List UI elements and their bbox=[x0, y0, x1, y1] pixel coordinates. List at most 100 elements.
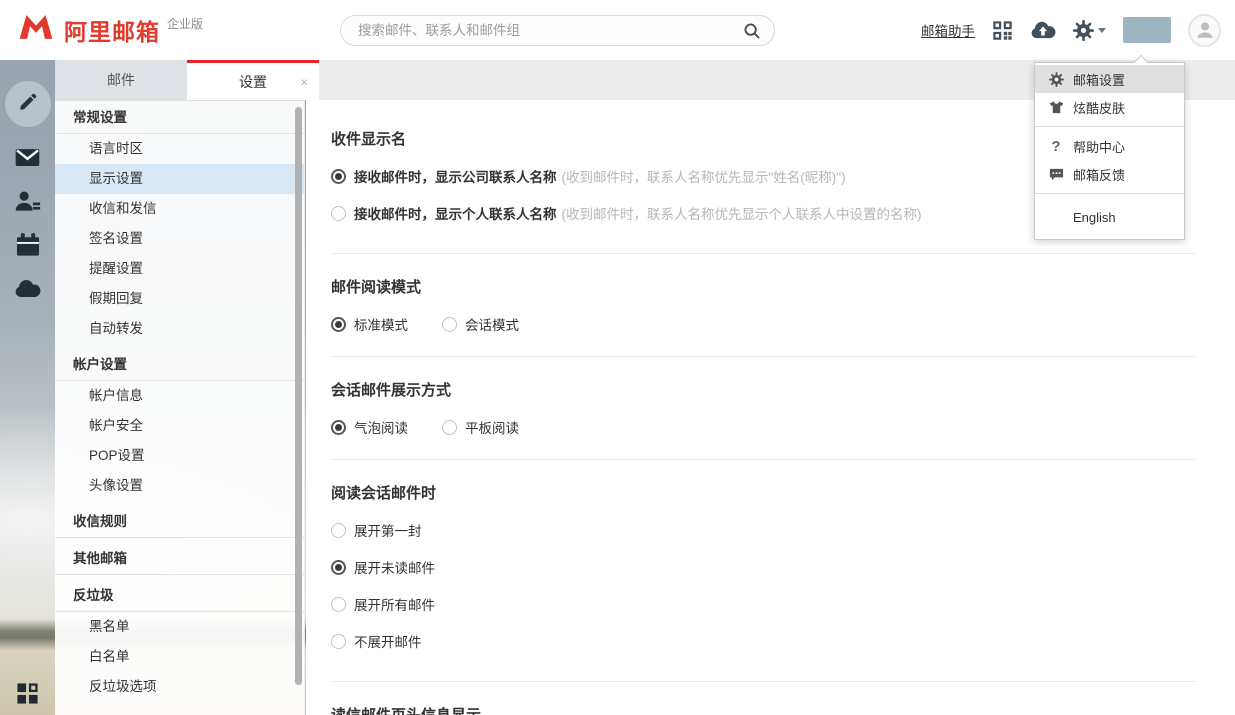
nav-item-POP设置[interactable]: POP设置 bbox=[55, 441, 304, 471]
option-label: 展开第一封 bbox=[354, 524, 422, 539]
cloud-icon[interactable] bbox=[14, 275, 41, 302]
radio-unselected-icon[interactable] bbox=[331, 205, 346, 221]
menu-item-邮箱设置[interactable]: 邮箱设置 bbox=[1035, 65, 1184, 93]
settings-section: 读信邮件页头信息显示详细显示简洁显示 bbox=[331, 682, 1195, 715]
section-title: 阅读会话邮件时 bbox=[331, 485, 437, 502]
nav-item-头像设置[interactable]: 头像设置 bbox=[55, 471, 304, 501]
nav-section-其他邮箱[interactable]: 其他邮箱 bbox=[55, 542, 304, 575]
option-hint: (收到邮件时，联系人名称优先显示个人联系人中设置的名称) bbox=[561, 207, 922, 222]
nav-item-签名设置[interactable]: 签名设置 bbox=[55, 224, 304, 254]
app-header: 阿里邮箱 企业版 邮箱助手 bbox=[0, 0, 1235, 60]
menu-item-label: 炫酷皮肤 bbox=[1073, 100, 1126, 116]
chevron-down-icon bbox=[1098, 27, 1106, 33]
radio-unselected-icon[interactable] bbox=[331, 633, 346, 649]
settings-sidebar: 常规设置 语言时区 显示设置 收信和发信 签名设置 提醒设置 假期回复 自动转发帐户设置 帐户信… bbox=[55, 100, 305, 715]
compose-icon bbox=[18, 92, 38, 117]
close-icon[interactable]: × bbox=[300, 75, 308, 88]
user-dropdown-menu: 邮箱设置炫酷皮肤 ? 帮助中心 邮箱反馈 English bbox=[1034, 54, 1185, 240]
nav-section-收信规则[interactable]: 收信规则 bbox=[55, 505, 304, 538]
settings-section: 阅读会话邮件时展开第一封展开未读邮件 展开所有邮件不展开邮件 bbox=[331, 460, 1195, 682]
nav-item-自动转发[interactable]: 自动转发 bbox=[55, 314, 304, 344]
nav-item-假期回复[interactable]: 假期回复 bbox=[55, 284, 304, 314]
user-account-chip[interactable] bbox=[1123, 17, 1171, 43]
mail-assistant-link[interactable]: 邮箱助手 bbox=[921, 20, 975, 40]
nav-section-帐户设置[interactable]: 帐户设置 bbox=[55, 348, 304, 381]
logo-text: 阿里邮箱 bbox=[64, 18, 160, 45]
radio-option[interactable]: 气泡阅读 bbox=[331, 417, 408, 437]
feedback-icon bbox=[1048, 166, 1064, 182]
nav-item-帐户安全[interactable]: 帐户安全 bbox=[55, 411, 304, 441]
radio-unselected-icon[interactable] bbox=[331, 522, 346, 538]
nav-item-显示设置[interactable]: 显示设置 bbox=[55, 164, 304, 194]
nav-item-黑名单[interactable]: 黑名单 bbox=[55, 612, 304, 642]
logo-m-icon bbox=[16, 12, 56, 47]
question-icon: ? bbox=[1051, 137, 1061, 155]
option-label: 接收邮件时，显示公司联系人名称 bbox=[354, 170, 557, 185]
nav-item-语言时区[interactable]: 语言时区 bbox=[55, 134, 304, 164]
option-hint: (收到邮件时，联系人名称优先显示"姓名(昵称)") bbox=[561, 170, 846, 185]
calendar-icon[interactable] bbox=[15, 232, 41, 258]
menu-item-邮箱反馈[interactable]: 邮箱反馈 bbox=[1035, 160, 1184, 188]
nav-item-收信和发信[interactable]: 收信和发信 bbox=[55, 194, 304, 224]
radio-option[interactable]: 会话模式 bbox=[442, 314, 519, 334]
tab-label: 邮件 bbox=[107, 72, 135, 88]
radio-option[interactable]: 标准模式 bbox=[331, 314, 408, 334]
nav-section-反垃圾[interactable]: 反垃圾 bbox=[55, 579, 304, 612]
cloud-drive-icon[interactable] bbox=[1030, 17, 1056, 43]
settings-section: 会话邮件展示方式气泡阅读 平板阅读 bbox=[331, 357, 1195, 460]
menu-item-炫酷皮肤[interactable]: 炫酷皮肤 bbox=[1035, 93, 1184, 121]
radio-option[interactable]: 展开未读邮件 bbox=[331, 557, 1195, 577]
radio-option[interactable]: 平板阅读 bbox=[442, 417, 519, 437]
radio-selected-icon[interactable] bbox=[331, 168, 346, 184]
option-group: 标准模式 会话模式 bbox=[331, 314, 1195, 334]
section-title: 会话邮件展示方式 bbox=[331, 382, 452, 399]
section-title: 邮件阅读模式 bbox=[331, 279, 422, 296]
mail-icon[interactable] bbox=[14, 144, 41, 171]
nav-item-反垃圾选项[interactable]: 反垃圾选项 bbox=[55, 672, 304, 702]
nav-item-帐户信息[interactable]: 帐户信息 bbox=[55, 381, 304, 411]
sidebar-scrollbar[interactable] bbox=[295, 107, 302, 685]
nav-section-常规设置[interactable]: 常规设置 bbox=[55, 101, 304, 134]
radio-selected-icon[interactable] bbox=[331, 419, 346, 435]
radio-selected-icon[interactable] bbox=[331, 559, 346, 575]
menu-divider bbox=[1035, 193, 1184, 194]
search-icon[interactable] bbox=[743, 22, 761, 40]
menu-item-帮助中心[interactable]: ? 帮助中心 bbox=[1035, 132, 1184, 160]
nav-item-白名单[interactable]: 白名单 bbox=[55, 642, 304, 672]
radio-option[interactable]: 不展开邮件 bbox=[331, 631, 1195, 651]
tab-1[interactable]: 设置 × bbox=[187, 60, 319, 100]
settings-section: 邮件阅读模式标准模式 会话模式 bbox=[331, 254, 1195, 357]
radio-option[interactable]: 展开所有邮件 bbox=[331, 594, 1195, 614]
menu-item-label: English bbox=[1073, 209, 1116, 225]
header-actions: 邮箱助手 bbox=[921, 0, 1221, 60]
menu-item-label: 邮箱设置 bbox=[1073, 72, 1126, 88]
tab-0[interactable]: 邮件 bbox=[55, 60, 187, 100]
logo-edition-badge: 企业版 bbox=[167, 17, 204, 31]
option-label: 展开所有邮件 bbox=[354, 598, 435, 613]
left-icon-rail bbox=[0, 60, 55, 715]
gear-icon bbox=[1048, 71, 1064, 87]
radio-unselected-icon[interactable] bbox=[442, 316, 457, 332]
option-label: 展开未读邮件 bbox=[354, 561, 435, 576]
avatar[interactable] bbox=[1188, 13, 1221, 47]
app-logo: 阿里邮箱 企业版 bbox=[16, 12, 203, 47]
contacts-icon[interactable] bbox=[14, 188, 41, 215]
radio-selected-icon[interactable] bbox=[331, 316, 346, 332]
menu-item-English[interactable]: English bbox=[1035, 199, 1184, 235]
nav-item-提醒设置[interactable]: 提醒设置 bbox=[55, 254, 304, 284]
radio-unselected-icon[interactable] bbox=[442, 419, 457, 435]
option-label: 平板阅读 bbox=[465, 421, 519, 436]
search-box bbox=[340, 15, 775, 46]
gear-icon[interactable] bbox=[1073, 19, 1094, 41]
qr-code-icon[interactable] bbox=[992, 20, 1013, 41]
search-input[interactable] bbox=[341, 16, 774, 45]
radio-option[interactable]: 展开第一封 bbox=[331, 520, 1195, 540]
settings-gear-menu[interactable] bbox=[1073, 19, 1106, 41]
apps-grid-icon[interactable] bbox=[0, 682, 55, 705]
option-label: 气泡阅读 bbox=[354, 421, 408, 436]
radio-unselected-icon[interactable] bbox=[331, 596, 346, 612]
compose-button[interactable] bbox=[4, 81, 51, 127]
tshirt-icon bbox=[1048, 99, 1064, 115]
option-label: 标准模式 bbox=[354, 318, 408, 333]
option-label: 接收邮件时，显示个人联系人名称 bbox=[354, 207, 557, 222]
